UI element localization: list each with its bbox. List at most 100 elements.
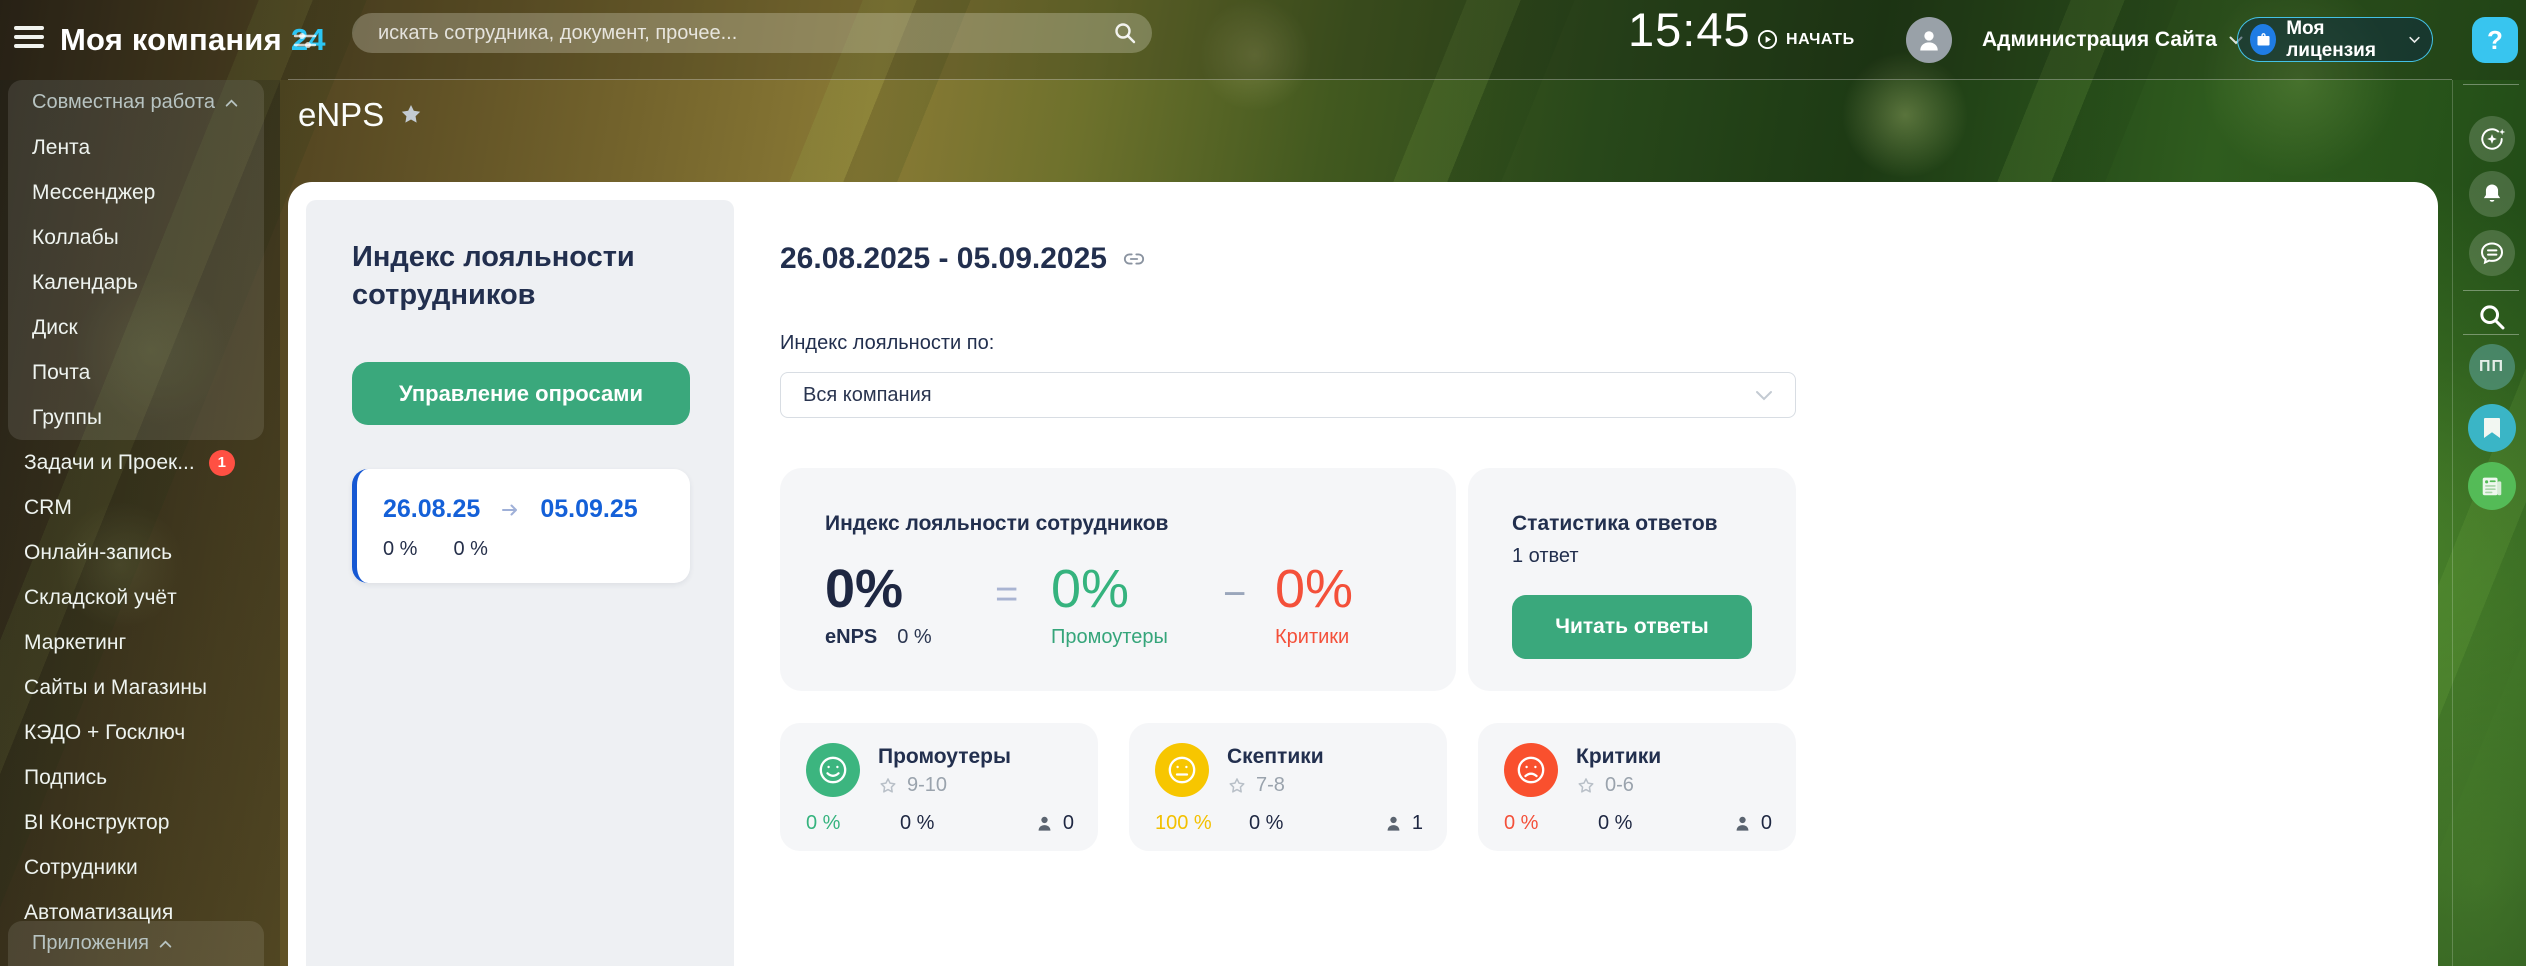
enps-content-card: Индекс лояльности сотрудников Управление…	[288, 182, 2438, 966]
category-main-percent: 0 %	[1504, 812, 1564, 835]
news-button[interactable]	[2468, 462, 2516, 510]
company-filter-select[interactable]: Вся компания	[780, 372, 1796, 418]
header-separator	[288, 79, 2452, 80]
category-range: 7-8	[1256, 774, 1285, 797]
messenger-button[interactable]	[2469, 230, 2515, 276]
pp-widget-button[interactable]: ПП	[2469, 344, 2515, 390]
bookmarks-button[interactable]	[2468, 404, 2516, 452]
person-icon	[1035, 814, 1054, 833]
category-people-count: 0	[1761, 812, 1772, 835]
copilot-button[interactable]	[2469, 116, 2515, 162]
link-icon[interactable]	[1123, 248, 1145, 270]
user-avatar[interactable]	[1906, 17, 1952, 63]
search-input[interactable]	[352, 13, 1152, 53]
sidebar-item-kedo[interactable]: КЭДО + Госключ	[0, 710, 280, 755]
global-search	[352, 13, 1152, 53]
category-title: Промоутеры	[878, 743, 1011, 769]
enps-page: Моя компания 24 15:45 НАЧАТЬ	[0, 0, 2526, 966]
clock[interactable]: 15:45	[1628, 2, 1751, 57]
help-button[interactable]: ?	[2472, 17, 2518, 63]
briefcase-icon	[2250, 24, 2276, 55]
pp-label: ПП	[2479, 358, 2504, 376]
sidebar-item-mail[interactable]: Почта	[8, 350, 264, 395]
sidebar-item-employees[interactable]: Сотрудники	[0, 845, 280, 890]
category-people-count: 1	[1412, 812, 1423, 835]
critics-label: Критики	[1275, 626, 1353, 649]
start-workday-button[interactable]: НАЧАТЬ	[1757, 29, 1855, 50]
category-range: 9-10	[907, 774, 947, 797]
critics-card: Критики 0-6 0 % 0 %	[1478, 723, 1796, 851]
survey-period-card[interactable]: 26.08.25 05.09.25 0 % 0 %	[352, 469, 690, 583]
category-main-percent: 100 %	[1155, 812, 1215, 835]
star-outline-icon	[878, 776, 898, 796]
notifications-button[interactable]	[2469, 171, 2515, 217]
bell-icon	[2479, 181, 2505, 207]
skeptics-card: Скептики 7-8 100 % 0 %	[1129, 723, 1447, 851]
loyalty-side-panel: Индекс лояльности сотрудников Управление…	[306, 200, 734, 966]
person-icon	[1733, 814, 1752, 833]
rail-search-button[interactable]	[2477, 302, 2507, 332]
page-title: eNPS	[298, 96, 424, 134]
newspaper-icon	[2479, 473, 2505, 499]
person-icon	[1915, 26, 1943, 54]
manage-surveys-button[interactable]: Управление опросами	[352, 362, 690, 425]
sidebar-item-collabs[interactable]: Коллабы	[8, 215, 264, 260]
responses-stats-card: Статистика ответов 1 ответ Читать ответы	[1468, 468, 1796, 691]
sidebar-item-online-booking[interactable]: Онлайн-запись	[0, 530, 280, 575]
promoters-label: Промоутеры	[1051, 626, 1168, 649]
right-toolbar: ПП	[2457, 80, 2526, 966]
sidebar-item-calendar[interactable]: Календарь	[8, 260, 264, 305]
hamburger-menu-icon[interactable]	[14, 26, 44, 52]
sidebar-group-collaboration: Совместная работа Лента Мессенджер Колла…	[8, 80, 264, 440]
category-title: Критики	[1576, 743, 1661, 769]
responses-title: Статистика ответов	[1512, 512, 1796, 536]
chevron-up-icon	[159, 940, 172, 948]
person-icon	[1384, 814, 1403, 833]
category-secondary-percent: 0 %	[1249, 812, 1283, 835]
loyalty-card-title: Индекс лояльности сотрудников	[825, 512, 1456, 536]
sidebar-item-inventory[interactable]: Складской учёт	[0, 575, 280, 620]
user-menu[interactable]: Администрация Сайта	[1982, 0, 2243, 80]
search-icon[interactable]	[1112, 20, 1138, 51]
sidebar-item-messenger[interactable]: Мессенджер	[8, 170, 264, 215]
arrow-right-icon	[500, 502, 520, 518]
chevron-down-icon	[1755, 390, 1773, 401]
chevron-up-icon	[225, 99, 238, 107]
read-answers-button[interactable]: Читать ответы	[1512, 595, 1752, 659]
category-people-count: 0	[1063, 812, 1074, 835]
sidebar: Совместная работа Лента Мессенджер Колла…	[0, 80, 280, 966]
tune-icon[interactable]	[292, 28, 318, 59]
sidebar-item-sites[interactable]: Сайты и Магазины	[0, 665, 280, 710]
sidebar-item-groups[interactable]: Группы	[8, 395, 264, 440]
sidebar-group-header-apps[interactable]: Приложения	[8, 921, 264, 966]
sidebar-item-feed[interactable]: Лента	[8, 125, 264, 170]
sidebar-item-tasks[interactable]: Задачи и Проек... 1	[0, 440, 280, 485]
top-bar: Моя компания 24 15:45 НАЧАТЬ	[0, 0, 2526, 80]
period-to: 05.09.25	[540, 495, 637, 524]
sidebar-item-sign[interactable]: Подпись	[0, 755, 280, 800]
star-outline-icon	[1576, 776, 1596, 796]
tasks-counter-badge: 1	[209, 450, 235, 476]
category-title: Скептики	[1227, 743, 1324, 769]
neutral-face-icon	[1155, 743, 1209, 797]
rail-separator	[2452, 80, 2453, 966]
company-logo[interactable]: Моя компания 24	[60, 0, 326, 80]
date-range-title: 26.08.2025 - 05.09.2025	[780, 242, 1145, 276]
sidebar-item-crm[interactable]: CRM	[0, 485, 280, 530]
chevron-down-icon	[2409, 36, 2420, 44]
category-secondary-percent: 0 %	[1598, 812, 1632, 835]
chat-bubble-icon	[2478, 239, 2506, 267]
sidebar-item-marketing[interactable]: Маркетинг	[0, 620, 280, 665]
critics-value: 0%	[1275, 560, 1353, 618]
sidebar-group-header-collaboration[interactable]: Совместная работа	[8, 80, 264, 125]
panel-heading: Индекс лояльности сотрудников	[352, 238, 688, 314]
favorite-star-icon[interactable]	[398, 102, 424, 128]
my-license-button[interactable]: Моя лицензия	[2237, 17, 2433, 62]
enps-value: 0%	[825, 560, 975, 618]
sidebar-item-bi[interactable]: BI Конструктор	[0, 800, 280, 845]
copilot-sparkle-icon	[2477, 124, 2507, 154]
period-from: 26.08.25	[383, 495, 480, 524]
category-main-percent: 0 %	[806, 812, 866, 835]
sidebar-item-drive[interactable]: Диск	[8, 305, 264, 350]
happy-face-icon	[806, 743, 860, 797]
